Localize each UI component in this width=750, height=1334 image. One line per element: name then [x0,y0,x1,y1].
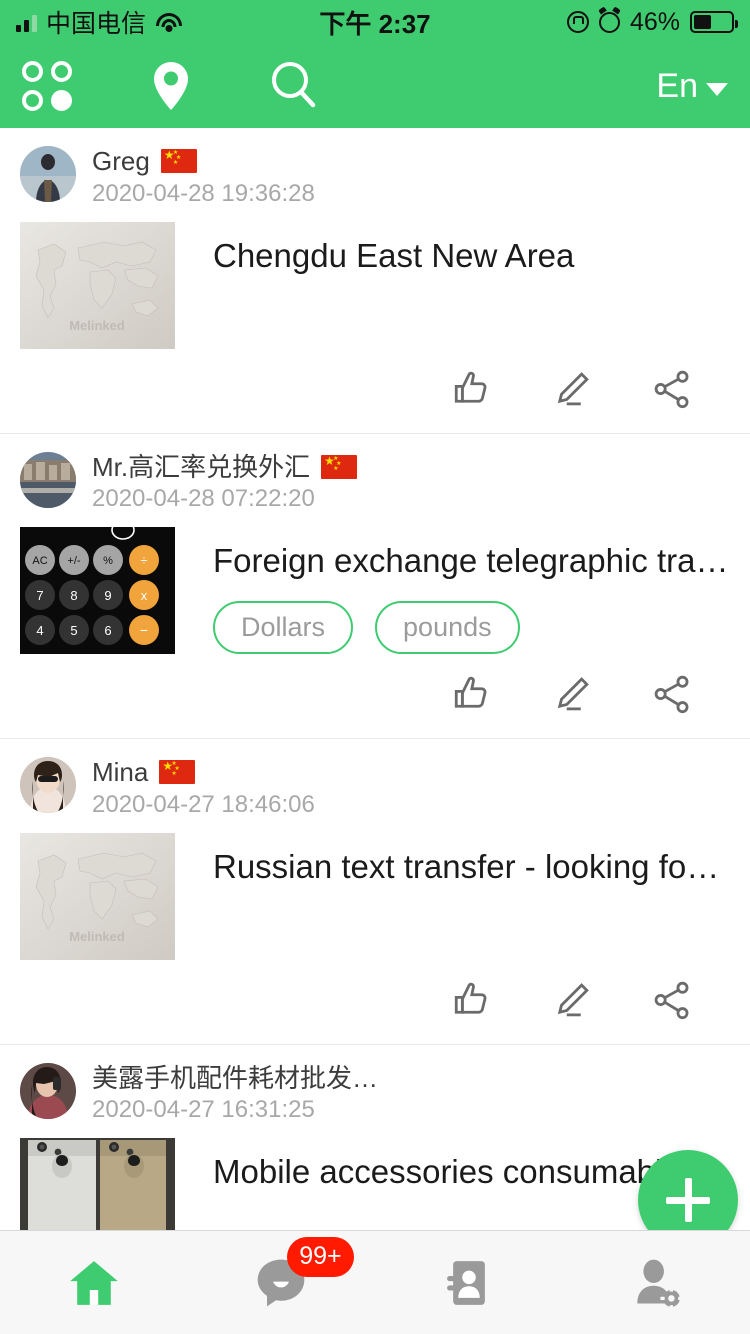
svg-text:8: 8 [70,588,77,603]
post-actions [20,349,730,433]
post-author-name: Mr.高汇率兑换外汇 [92,451,311,482]
post-item[interactable]: Mr.高汇率兑换外汇 ★ ★ ★ ★ 2020-04-28 07:22:20 AC +… [0,433,750,740]
battery-percent-label: 46% [629,7,680,36]
svg-text:4: 4 [36,623,43,638]
post-author-name: Greg [92,146,150,176]
post-body: Melinked Russian text transfer - looking… [20,832,730,960]
post-timestamp: 2020-04-28 07:22:20 [92,485,315,513]
app-screen: 中国电信 下午 2:37 46% En Greg ★ ★ ★ ★ 2020-04… [0,0,750,1334]
post-author-row: 美露手机配件耗材批发… [92,1064,378,1093]
svg-text:Melinked: Melinked [69,318,125,333]
country-flag-cn-icon: ★ ★ ★ ★ [159,760,196,785]
post-thumbnail-melinked[interactable]: Melinked [20,832,175,960]
status-bar-right: 46% [566,7,738,37]
svg-text:7: 7 [36,588,43,603]
post-tag[interactable]: pounds [375,600,520,654]
country-flag-cn-icon: ★ ★ ★ ★ [160,149,197,174]
svg-text:6: 6 [104,623,111,638]
battery-icon [690,11,738,33]
svg-text:Melinked: Melinked [69,929,125,944]
svg-text:9: 9 [104,588,111,603]
like-icon[interactable] [422,668,522,720]
svg-text:x: x [141,588,148,603]
avatar[interactable] [20,757,76,814]
status-bar-left: 中国电信 [16,4,183,40]
avatar[interactable] [20,451,76,508]
post-meta: Mr.高汇率兑换外汇 ★ ★ ★ ★ 2020-04-28 07:22:20 [92,451,358,514]
chevron-down-icon [706,82,728,96]
svg-text:AC: AC [32,555,47,567]
tab-messages[interactable]: 99+ [188,1231,376,1334]
post-body: Melinked Chengdu East New Area [20,221,730,349]
svg-text:−: − [140,622,148,638]
post-content: Foreign exchange telegraphic trans... Do… [175,527,730,654]
post-actions [20,960,730,1044]
post-thumbnail-melinked[interactable]: Melinked [20,221,175,349]
svg-text:÷: ÷ [140,553,147,568]
wifi-icon [155,12,183,32]
post-tag[interactable]: Dollars [213,600,354,654]
share-icon[interactable] [622,974,722,1026]
carrier-label: 中国电信 [46,10,147,38]
language-label: En [656,66,698,105]
post-header: Mina ★ ★ ★ ★ 2020-04-27 18:46:06 [20,757,730,819]
post-thumbnail-calculator[interactable]: AC +/- % ÷ 7 8 9 x 4 5 6 − [20,527,175,655]
post-header: Greg ★ ★ ★ ★ 2020-04-28 19:36:28 [20,146,730,208]
post-header: Mr.高汇率兑换外汇 ★ ★ ★ ★ 2020-04-28 07:22:20 [20,451,730,514]
post-timestamp: 2020-04-27 18:46:06 [92,790,315,818]
like-icon[interactable] [422,363,522,415]
post-body: AC +/- % ÷ 7 8 9 x 4 5 6 − Foreign excha… [20,527,730,655]
alarm-icon [598,11,620,33]
messages-badge: 99+ [287,1237,354,1277]
post-author-name: Mina [92,757,149,788]
post-title[interactable]: Foreign exchange telegraphic trans... [213,541,730,581]
post-item[interactable]: Mina ★ ★ ★ ★ 2020-04-27 18:46:06 Melinke… [0,739,750,1045]
status-bar: 中国电信 下午 2:37 46% [0,0,750,44]
post-timestamp: 2020-04-28 19:36:28 [92,179,315,207]
search-icon[interactable] [268,59,320,113]
post-author-name: 美露手机配件耗材批发… [92,1062,379,1093]
edit-icon[interactable] [522,974,622,1026]
avatar[interactable] [20,1062,76,1119]
post-meta: Greg ★ ★ ★ ★ 2020-04-28 19:36:28 [92,146,315,208]
post-author-row: Mina ★ ★ ★ ★ [92,758,315,787]
svg-text:5: 5 [70,623,77,638]
post-feed[interactable]: Greg ★ ★ ★ ★ 2020-04-28 19:36:28 Melinke… [0,128,750,1230]
post-timestamp: 2020-04-27 16:31:25 [92,1096,315,1124]
signal-bars-icon [16,13,37,32]
app-header: En [0,44,750,128]
post-author-row: Greg ★ ★ ★ ★ [92,147,315,176]
post-header: 美露手机配件耗材批发… 2020-04-27 16:31:25 [20,1062,730,1125]
post-tags: Dollars pounds [213,600,730,654]
share-icon[interactable] [622,668,722,720]
post-meta: Mina ★ ★ ★ ★ 2020-04-27 18:46:06 [92,757,315,819]
tab-home[interactable] [0,1231,188,1334]
country-flag-cn-icon: ★ ★ ★ ★ [321,454,358,479]
svg-text:%: % [103,555,113,567]
post-title[interactable]: Chengdu East New Area [213,236,730,276]
svg-text:+/-: +/- [67,555,80,567]
post-item[interactable]: Greg ★ ★ ★ ★ 2020-04-28 19:36:28 Melinke… [0,128,750,434]
tab-contacts[interactable] [375,1231,563,1334]
bottom-tab-bar: 99+ [0,1230,750,1334]
grid-circles-icon[interactable] [22,59,78,113]
rotation-lock-icon [566,11,589,33]
like-icon[interactable] [422,974,522,1026]
tab-profile[interactable] [563,1231,750,1334]
post-body: iPhone iPhone Mobile accessories consuma… [20,1138,730,1230]
post-author-row: Mr.高汇率兑换外汇 ★ ★ ★ ★ [92,451,358,482]
share-icon[interactable] [622,363,722,415]
post-content: Chengdu East New Area [175,222,730,349]
language-selector[interactable]: En [656,67,728,106]
post-actions [20,654,730,738]
post-thumbnail-iphone[interactable]: iPhone iPhone [20,1138,175,1230]
avatar[interactable] [20,146,76,202]
edit-icon[interactable] [522,363,622,415]
edit-icon[interactable] [522,668,622,720]
location-pin-icon[interactable] [146,59,196,113]
post-content: Russian text transfer - looking for a... [175,833,730,960]
post-title[interactable]: Russian text transfer - looking for a... [213,847,730,887]
post-meta: 美露手机配件耗材批发… 2020-04-27 16:31:25 [92,1063,378,1125]
